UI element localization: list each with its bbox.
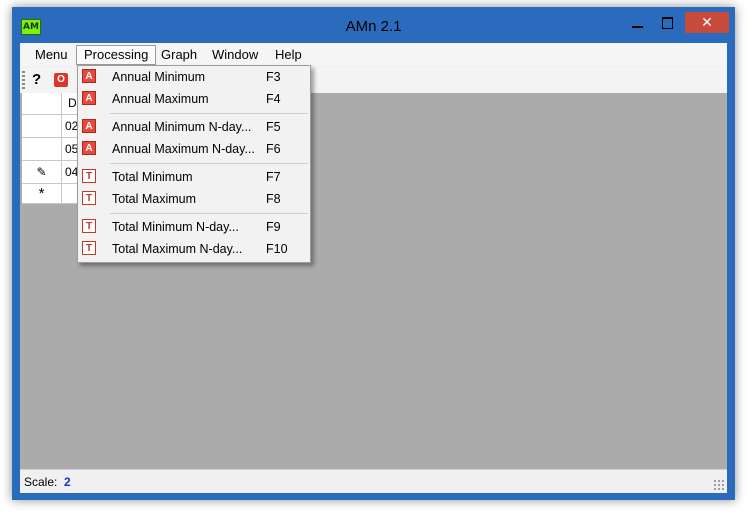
shortcut-label: F6 <box>266 142 281 156</box>
shortcut-label: F7 <box>266 170 281 184</box>
processing-dropdown: A Annual Minimum F3 A Annual Maximum F4 … <box>77 65 311 263</box>
row-header[interactable] <box>22 115 62 138</box>
menu-item-total-maximum[interactable]: T Total Maximum F8 <box>78 188 310 210</box>
menu-item-label: Annual Minimum <box>112 70 206 84</box>
maximize-button[interactable] <box>654 13 682 33</box>
total-t-icon: T <box>82 241 96 255</box>
help-icon[interactable]: ? <box>32 71 41 88</box>
annual-a-icon: A <box>82 69 96 83</box>
shortcut-label: F3 <box>266 70 281 84</box>
annual-a-icon: A <box>82 91 96 105</box>
annual-a-icon: A <box>82 141 96 155</box>
menu-item-label: Annual Minimum N-day... <box>112 120 252 134</box>
menu-item-total-maximum-nday[interactable]: T Total Maximum N-day... F10 <box>78 238 310 260</box>
power-icon[interactable]: O <box>54 73 68 87</box>
title-bar[interactable]: AM AMn 2.1 ✕ <box>12 7 735 43</box>
shortcut-label: F4 <box>266 92 281 106</box>
menu-separator <box>110 213 308 214</box>
close-icon: ✕ <box>701 14 713 30</box>
edit-row-pencil-icon[interactable]: ✎ <box>22 161 62 184</box>
shortcut-label: F5 <box>266 120 281 134</box>
menu-item-label: Annual Maximum <box>112 92 209 106</box>
menu-separator <box>110 163 308 164</box>
menu-menu[interactable]: Menu <box>28 46 75 64</box>
menu-window[interactable]: Window <box>205 46 265 64</box>
menu-item-label: Total Maximum <box>112 192 197 206</box>
menu-item-annual-maximum[interactable]: A Annual Maximum F4 <box>78 88 310 110</box>
menu-item-label: Total Minimum N-day... <box>112 220 239 234</box>
menu-item-total-minimum-nday[interactable]: T Total Minimum N-day... F9 <box>78 216 310 238</box>
total-t-icon: T <box>82 219 96 233</box>
resize-grip-icon[interactable] <box>713 479 724 490</box>
close-button[interactable]: ✕ <box>685 12 729 33</box>
maximize-icon <box>662 17 673 29</box>
status-bar: Scale: 2 <box>20 469 727 493</box>
menu-item-annual-maximum-nday[interactable]: A Annual Maximum N-day... F6 <box>78 138 310 160</box>
menu-item-label: Total Minimum <box>112 170 193 184</box>
shortcut-label: F8 <box>266 192 281 206</box>
menu-item-total-minimum[interactable]: T Total Minimum F7 <box>78 166 310 188</box>
total-t-icon: T <box>82 169 96 183</box>
menu-graph[interactable]: Graph <box>154 46 204 64</box>
scale-label: Scale: <box>24 475 58 489</box>
scale-value: 2 <box>64 475 71 489</box>
menu-bar: Menu Processing Graph Window Help <box>20 43 727 66</box>
menu-item-label: Annual Maximum N-day... <box>112 142 255 156</box>
menu-item-annual-minimum-nday[interactable]: A Annual Minimum N-day... F5 <box>78 116 310 138</box>
menu-help[interactable]: Help <box>268 46 309 64</box>
total-t-icon: T <box>82 191 96 205</box>
minimize-icon <box>632 26 643 28</box>
menu-separator <box>110 113 308 114</box>
menu-processing[interactable]: Processing <box>76 45 157 65</box>
menu-item-annual-minimum[interactable]: A Annual Minimum F3 <box>78 66 310 88</box>
menu-item-label: Total Maximum N-day... <box>112 242 243 256</box>
new-row-asterisk-icon[interactable]: * <box>22 184 62 204</box>
grid-corner-header[interactable] <box>22 93 62 115</box>
shortcut-label: F10 <box>266 242 288 256</box>
annual-a-icon: A <box>82 119 96 133</box>
row-header[interactable] <box>22 138 62 161</box>
minimize-button[interactable] <box>624 13 652 33</box>
toolbar-grip[interactable] <box>22 71 25 89</box>
shortcut-label: F9 <box>266 220 281 234</box>
